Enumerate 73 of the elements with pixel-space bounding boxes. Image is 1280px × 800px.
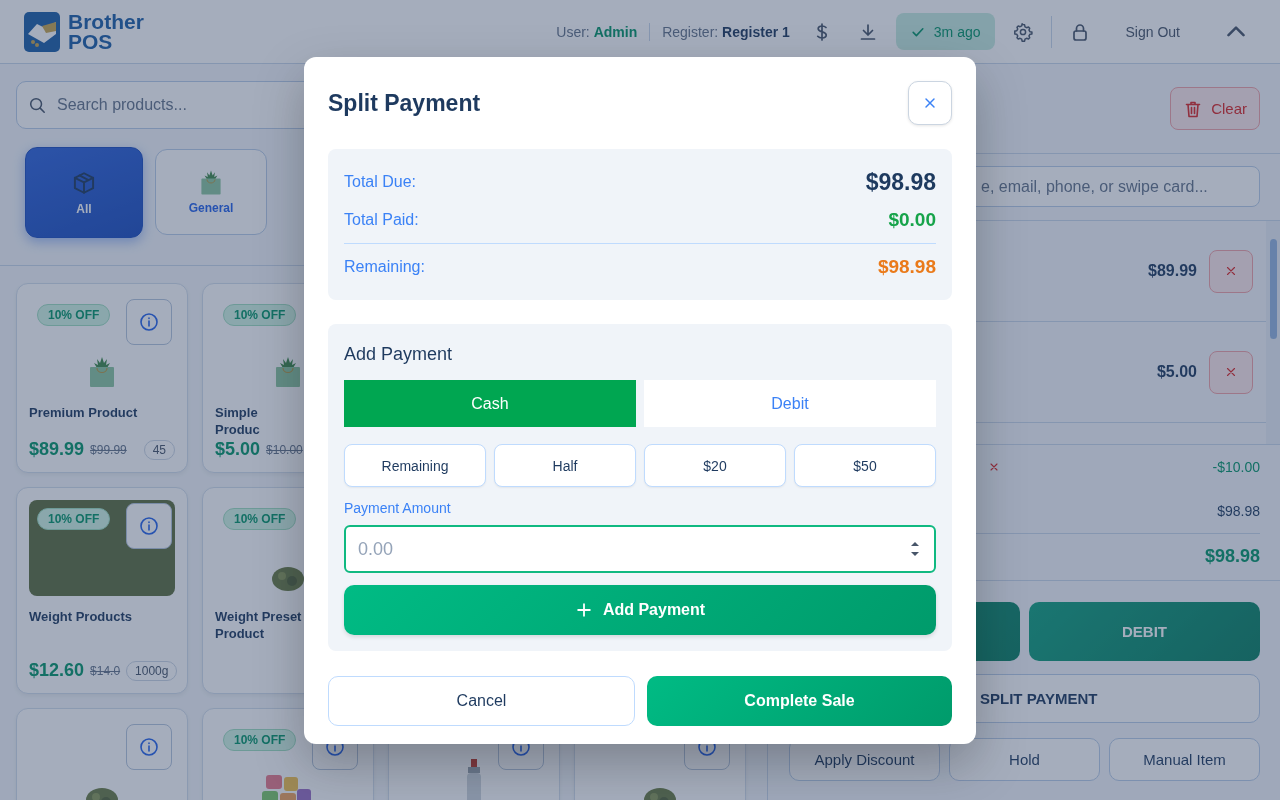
settings-icon (1012, 21, 1033, 42)
product-price: $12.60 (29, 660, 85, 681)
bud-drawing (271, 566, 305, 592)
summary-amount: $98.98 (877, 256, 936, 278)
bag-drawing (273, 355, 303, 388)
summary-amount: $98.98 (865, 168, 936, 196)
product-name: Premium Product (29, 404, 139, 421)
dialog-title: Split Payment (328, 89, 481, 117)
info-icon (139, 312, 159, 332)
category-tab[interactable]: General (155, 149, 267, 235)
product-name: Weight Products (29, 608, 134, 625)
payment-method-tab[interactable]: Cash (344, 380, 636, 427)
clear-cart-button[interactable]: Clear (1170, 87, 1260, 130)
product-price: $89.99 (29, 439, 85, 460)
quick-amount-button[interactable]: Half (494, 444, 636, 487)
user-info: User: Admin (556, 23, 638, 40)
lighter-drawing (465, 759, 483, 800)
category-tab[interactable]: All (25, 147, 143, 238)
item-price: $89.99 (1148, 262, 1197, 280)
plus-icon (574, 601, 593, 619)
product-card[interactable] (16, 708, 188, 800)
discount-badge: 10% OFF (223, 304, 297, 326)
close-icon (1224, 365, 1238, 379)
info-button[interactable] (126, 503, 172, 549)
original-price: $99.99 (90, 442, 127, 457)
close-button[interactable] (908, 81, 952, 125)
close-icon (922, 95, 938, 111)
brand-name: Brother POS (68, 11, 144, 52)
logo-icon (24, 11, 60, 52)
summary-amount: $0.00 (888, 209, 936, 231)
product-name: Simple Produc (215, 404, 261, 438)
remove-discount-button[interactable] (988, 461, 1000, 473)
discount-badge: 10% OFF (37, 508, 111, 530)
scrollbar[interactable] (1266, 221, 1280, 444)
cart-action-button[interactable]: Hold (949, 738, 1100, 781)
spinner-icon[interactable] (910, 539, 920, 559)
chevron-up-icon (1227, 26, 1245, 37)
discount-badge: 10% OFF (223, 729, 297, 751)
bag-drawing (87, 355, 117, 388)
sync-time: 3m ago (933, 23, 981, 40)
quick-amount-button[interactable]: Remaining (344, 444, 486, 487)
subtotal-amount: $98.98 (1217, 503, 1260, 519)
summary-label: Total Paid: (344, 211, 419, 229)
discount-amount: -$10.00 (1212, 459, 1260, 475)
product-name: Weight Preset Product (215, 608, 303, 642)
search-icon (28, 96, 46, 114)
complete-sale-button[interactable]: Complete Sale (647, 676, 952, 726)
info-icon (139, 737, 159, 757)
close-icon (1224, 264, 1238, 278)
sign-out-button[interactable]: Sign Out (1109, 15, 1196, 48)
cart-action-button[interactable]: Manual Item (1109, 738, 1260, 781)
box-icon (71, 169, 97, 196)
original-price: $14.0 (90, 663, 121, 678)
payment-method-tab[interactable]: Debit (644, 380, 936, 427)
close-icon (988, 461, 1000, 473)
debit-payment-button[interactable]: DEBIT (1029, 602, 1260, 661)
product-card[interactable]: 10% OFF Weight Products $12.60 $14.0 1000g (16, 487, 188, 694)
payment-amount-field[interactable]: 0.00 (344, 525, 936, 573)
discount-badge: 10% OFF (37, 304, 111, 326)
total-amount: $98.98 (1204, 545, 1260, 567)
info-icon (139, 516, 159, 536)
cancel-button[interactable]: Cancel (328, 676, 635, 726)
original-price: $10.00 (266, 442, 303, 457)
quick-amount-button[interactable]: $50 (794, 444, 936, 487)
quick-amount-button[interactable]: $20 (644, 444, 786, 487)
summary-label: Remaining: (344, 258, 425, 276)
add-payment-button[interactable]: Add Payment (344, 585, 936, 635)
product-card[interactable]: 10% OFF Premium Product $89.99 $99.99 45 (16, 283, 188, 473)
summary-label: Total Due: (344, 173, 417, 191)
item-price: $5.00 (1156, 363, 1197, 381)
discount-badge: 10% OFF (223, 508, 297, 530)
product-price: $5.00 (215, 439, 261, 460)
register-info: Register: Register 1 (662, 23, 790, 40)
